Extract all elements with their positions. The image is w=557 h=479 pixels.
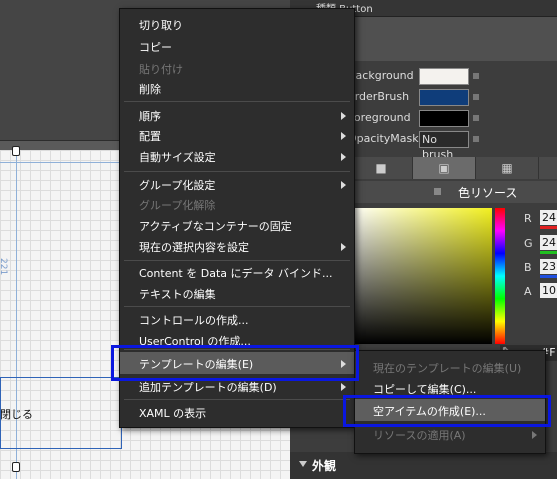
menu-item-group[interactable]: グループ化設定 bbox=[120, 173, 354, 195]
menu-separator bbox=[124, 171, 350, 172]
submenu-arrow-icon bbox=[341, 243, 346, 251]
brush-label: Foreground bbox=[348, 111, 411, 124]
hue-slider[interactable] bbox=[495, 208, 505, 344]
menu-separator bbox=[124, 101, 350, 102]
color-picker-area[interactable] bbox=[350, 208, 492, 344]
channel-bar bbox=[540, 275, 557, 278]
brush-swatch[interactable] bbox=[419, 89, 469, 106]
brush-row-foreground[interactable]: Foreground bbox=[348, 108, 557, 128]
submenu-arrow-icon bbox=[341, 112, 346, 120]
submenu-arrow-icon bbox=[341, 181, 346, 189]
advanced-options-icon[interactable] bbox=[473, 136, 479, 142]
advanced-options-icon[interactable] bbox=[473, 73, 479, 79]
gradient-brush-icon: ▦ bbox=[501, 161, 513, 175]
menu-item-label: グループ化設定 bbox=[139, 179, 216, 192]
appearance-category[interactable]: 外観 bbox=[290, 452, 557, 479]
menu-item-label: コピー bbox=[139, 41, 172, 54]
menu-item-label: 現在の選択内容を設定 bbox=[139, 241, 249, 254]
appearance-title: 外観 bbox=[312, 459, 337, 473]
resize-handle-bottom[interactable] bbox=[12, 462, 20, 472]
channel-value-input[interactable]: 24 bbox=[540, 235, 557, 250]
menu-item-align[interactable]: 配置 bbox=[120, 124, 354, 146]
menu-item-label: コントロールの作成... bbox=[139, 314, 249, 327]
square-icon: ■ bbox=[375, 161, 387, 175]
color-resource-icon bbox=[434, 188, 441, 195]
menu-item-auto-size[interactable]: 自動サイズ設定 bbox=[120, 145, 354, 167]
height-dimension-label: 221 bbox=[0, 258, 8, 276]
channel-bar bbox=[540, 226, 557, 229]
highlight-create-empty bbox=[343, 395, 551, 427]
channel-value-input[interactable]: 23 bbox=[540, 259, 557, 274]
expand-triangle-icon[interactable] bbox=[299, 461, 307, 467]
channel-label: A bbox=[524, 285, 532, 298]
menu-item-label: 削除 bbox=[139, 83, 161, 96]
submenu-arrow-icon bbox=[341, 132, 346, 140]
brush-row-background[interactable]: Background bbox=[348, 66, 557, 86]
tab-solid-brush[interactable]: ▣ bbox=[413, 157, 476, 179]
channel-value-input[interactable]: 10 bbox=[540, 283, 557, 298]
advanced-options-icon[interactable] bbox=[473, 115, 479, 121]
resize-handle-top[interactable] bbox=[12, 146, 20, 156]
menu-item-data-bind-content[interactable]: Content を Data にデータ バインド... bbox=[120, 261, 354, 283]
brush-label: orderBrush bbox=[348, 90, 410, 103]
menu-item-copy[interactable]: コピー bbox=[120, 35, 354, 57]
menu-separator bbox=[124, 306, 350, 307]
tab-gradient-brush[interactable]: ▦ bbox=[476, 157, 539, 179]
channel-label: B bbox=[524, 261, 532, 274]
menu-item-pin-active-container[interactable]: アクティブなコンテナーの固定 bbox=[120, 214, 354, 236]
menu-item-view-xaml[interactable]: XAML の表示 bbox=[120, 401, 354, 423]
channel-value-input[interactable]: 24 bbox=[540, 210, 557, 225]
submenu-item-label: リソースの適用(A) bbox=[373, 429, 466, 442]
menu-item-label: 自動サイズ設定 bbox=[139, 151, 216, 164]
menu-item-make-control[interactable]: コントロールの作成... bbox=[120, 308, 354, 330]
menu-item-label: テキストの編集 bbox=[139, 288, 216, 301]
brush-row-borderbrush[interactable]: orderBrush bbox=[348, 87, 557, 107]
menu-item-label: XAML の表示 bbox=[139, 407, 207, 420]
brush-swatch[interactable] bbox=[419, 110, 469, 127]
menu-separator bbox=[124, 399, 350, 400]
submenu-arrow-icon bbox=[341, 153, 346, 161]
brush-value[interactable]: No brush bbox=[419, 131, 469, 161]
color-resource-header: 色リソース bbox=[350, 181, 557, 203]
menu-item-delete[interactable]: 削除 bbox=[120, 77, 354, 99]
submenu-arrow-icon bbox=[341, 383, 346, 391]
tab-no-brush[interactable]: ■ bbox=[350, 157, 413, 179]
menu-item-cut[interactable]: 切り取り bbox=[120, 13, 354, 35]
menu-item-label: Content を Data にデータ バインド... bbox=[139, 267, 333, 280]
advanced-options-icon[interactable] bbox=[473, 94, 479, 100]
menu-item-label: 貼り付け bbox=[139, 63, 183, 76]
channel-label: R bbox=[524, 212, 532, 225]
channel-label: G bbox=[524, 237, 533, 250]
brush-swatch[interactable] bbox=[419, 68, 469, 85]
menu-item-paste[interactable]: 貼り付け bbox=[120, 57, 354, 79]
submenu-item-edit-current-template[interactable]: 現在のテンプレートの編集(U) bbox=[355, 356, 545, 378]
brush-row-opacitymask[interactable]: OpacityMask No brush bbox=[348, 129, 557, 161]
selection-guide-top bbox=[0, 162, 120, 163]
submenu-arrow-icon bbox=[532, 431, 537, 439]
brush-label: OpacityMask bbox=[348, 132, 419, 145]
menu-item-label: 順序 bbox=[139, 110, 161, 123]
menu-item-label: アクティブなコンテナーの固定 bbox=[139, 220, 292, 233]
menu-item-ungroup[interactable]: グループ化解除 bbox=[120, 193, 354, 215]
brush-editor-tabs: ■ ▣ ▦ bbox=[350, 157, 557, 179]
highlight-edit-template bbox=[111, 345, 359, 381]
menu-item-order[interactable]: 順序 bbox=[120, 104, 354, 126]
menu-item-label: 追加テンプレートの編集(D) bbox=[139, 381, 277, 394]
menu-item-edit-text[interactable]: テキストの編集 bbox=[120, 282, 354, 304]
menu-item-label: 配置 bbox=[139, 130, 161, 143]
color-resource-title: 色リソース bbox=[458, 186, 518, 200]
menu-item-label: グループ化解除 bbox=[139, 199, 216, 212]
menu-item-label: 切り取り bbox=[139, 19, 183, 32]
brush-label: Background bbox=[348, 69, 414, 82]
submenu-item-label: 現在のテンプレートの編集(U) bbox=[373, 362, 522, 375]
channel-bar bbox=[540, 251, 557, 254]
solid-brush-icon: ▣ bbox=[438, 161, 450, 175]
menu-item-set-current-selection[interactable]: 現在の選択内容を設定 bbox=[120, 235, 354, 257]
close-button-text[interactable]: 閉じる bbox=[0, 406, 33, 422]
